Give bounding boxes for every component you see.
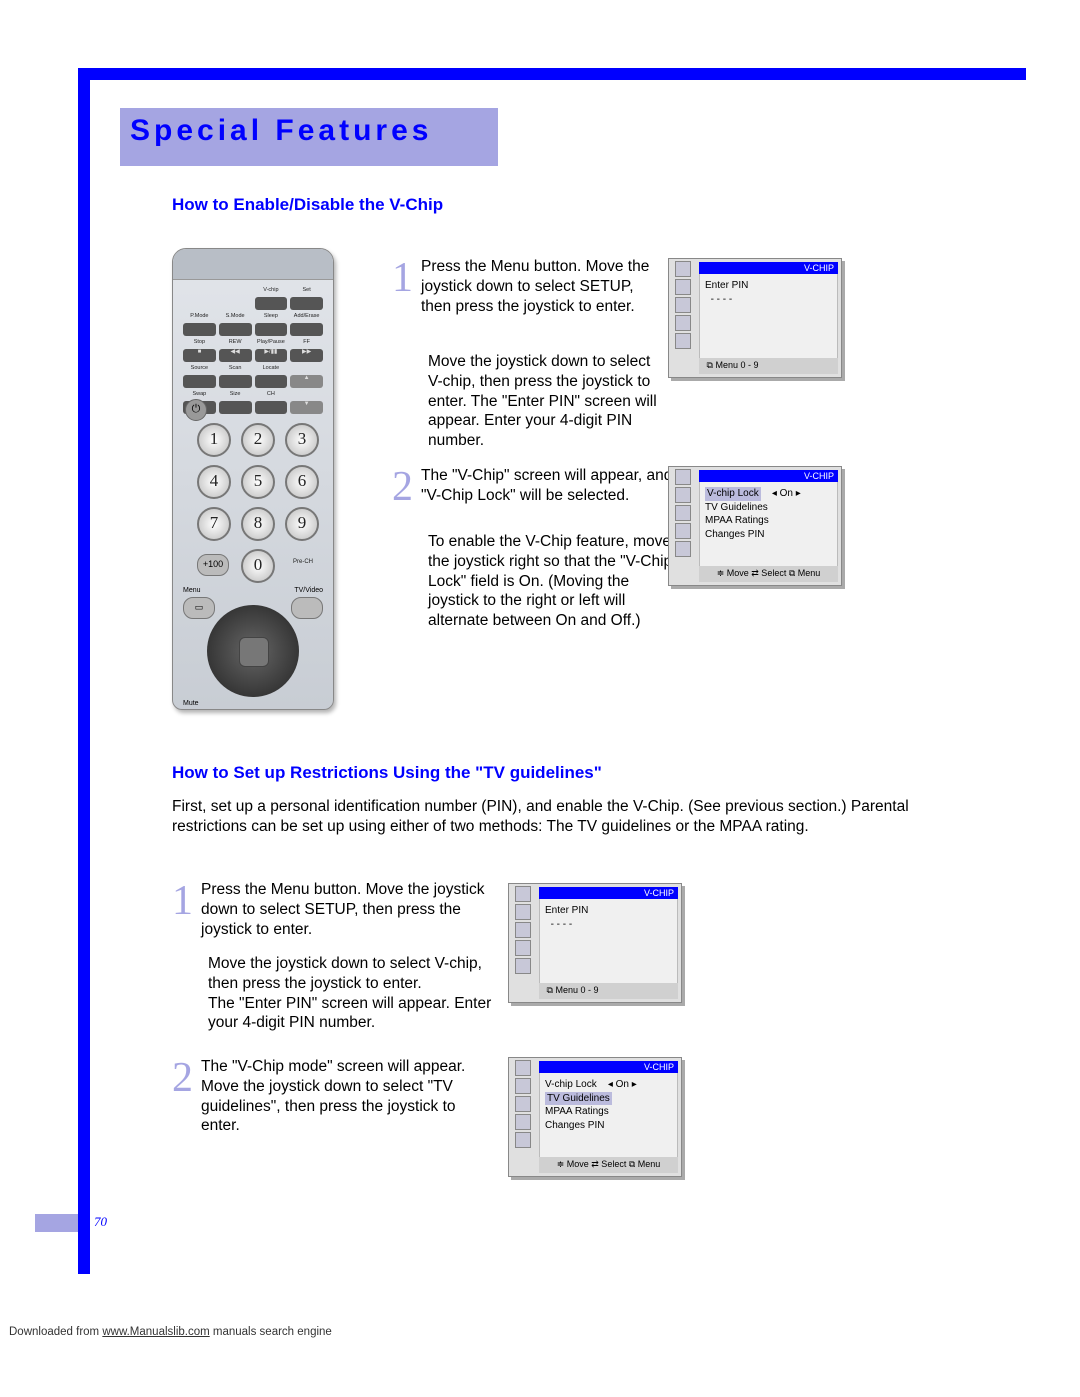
page-border-left xyxy=(78,68,90,1274)
remote-figure: V-chipSet P.ModeS.ModeSleepAdd/Erase Sto… xyxy=(172,248,334,710)
section2-heading: How to Set up Restrictions Using the "TV… xyxy=(172,763,602,783)
step-text: Press the Menu button. Move the joystick… xyxy=(421,257,652,316)
page-border-top xyxy=(78,68,1026,80)
step-text: To enable the V-Chip feature, move the j… xyxy=(428,532,683,631)
remote-key-1: 1 xyxy=(197,423,231,457)
step-text: Move the joystick down to select V-chip,… xyxy=(428,352,658,451)
remote-key-5: 5 xyxy=(241,465,275,499)
step-number: 2 xyxy=(172,1057,193,1136)
remote-key-plus100: +100 xyxy=(197,554,229,576)
section1-heading: How to Enable/Disable the V-Chip xyxy=(172,195,443,215)
step-number: 2 xyxy=(392,466,413,508)
remote-key-8: 8 xyxy=(241,507,275,541)
download-footer: Downloaded from www.Manualslib.com manua… xyxy=(9,1326,332,1338)
remote-key-6: 6 xyxy=(285,465,319,499)
step-text: Press the Menu button. Move the joystick… xyxy=(201,880,492,939)
step-text: Move the joystick down to select V-chip,… xyxy=(208,954,498,1033)
osd-vchip-menu: V-CHIP V-chip Lock ◂ On ▸ TV Guidelines … xyxy=(508,1057,682,1177)
osd-vchip-menu: V-CHIP V-chip Lock ◂ On ▸ TV Guidelines … xyxy=(668,466,842,586)
page-title: Special Features xyxy=(130,114,432,148)
osd-enter-pin: V-CHIP Enter PIN - - - - ⧉ Menu 0 - 9 xyxy=(508,883,682,1003)
step-text: The "V-Chip mode" screen will appear. Mo… xyxy=(201,1057,492,1136)
remote-key-7: 7 xyxy=(197,507,231,541)
step-number: 1 xyxy=(172,880,193,939)
step-text: The "V-Chip" screen will appear, and "V-… xyxy=(421,466,687,508)
remote-joystick xyxy=(207,605,299,697)
page-number-tab xyxy=(35,1214,78,1232)
remote-key-3: 3 xyxy=(285,423,319,457)
osd-enter-pin: V-CHIP Enter PIN - - - - ⧉ Menu 0 - 9 xyxy=(668,258,842,378)
remote-key-2: 2 xyxy=(241,423,275,457)
manualslib-link[interactable]: www.Manualslib.com xyxy=(102,1326,209,1338)
remote-key-0: 0 xyxy=(241,549,275,583)
page-number: 70 xyxy=(94,1214,107,1230)
step-number: 1 xyxy=(392,257,413,316)
remote-key-9: 9 xyxy=(285,507,319,541)
section2-intro: First, set up a personal identification … xyxy=(172,797,972,837)
remote-key-4: 4 xyxy=(197,465,231,499)
